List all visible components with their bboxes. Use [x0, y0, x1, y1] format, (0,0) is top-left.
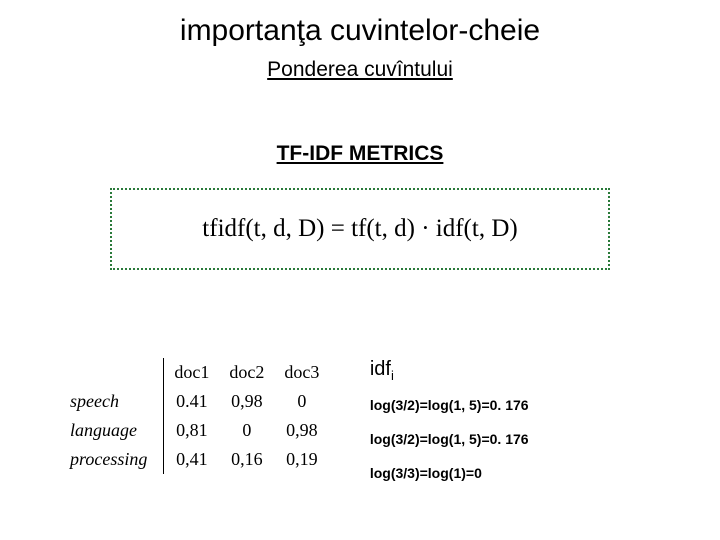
cell: 0.41	[164, 387, 220, 416]
idf-value: log(3/2)=log(1, 5)=0. 176	[370, 431, 529, 447]
cell: 0	[219, 416, 274, 445]
table-header-row: doc1 doc2 doc3	[60, 358, 329, 387]
row-label: language	[60, 416, 164, 445]
table-row: language 0,81 0 0,98	[60, 416, 329, 445]
cell: 0,16	[219, 445, 274, 474]
col-header: doc3	[274, 358, 329, 387]
cell: 0,98	[274, 416, 329, 445]
cell: 0,81	[164, 416, 220, 445]
idf-value: log(3/2)=log(1, 5)=0. 176	[370, 397, 529, 413]
col-header: doc1	[164, 358, 220, 387]
table-row: processing 0,41 0,16 0,19	[60, 445, 329, 474]
section-heading: TF-IDF METRICS	[0, 142, 720, 166]
page-title: importanţa cuvintelor-cheie	[0, 0, 720, 48]
row-label: speech	[60, 387, 164, 416]
cell: 0	[274, 387, 329, 416]
cell: 0,41	[164, 445, 220, 474]
idf-header: idfi	[370, 358, 529, 383]
idf-value: log(3/3)=log(1)=0	[370, 465, 529, 481]
idf-header-main: idf	[370, 358, 391, 380]
row-label: processing	[60, 445, 164, 474]
lower-content: doc1 doc2 doc3 speech 0.41 0,98 0 langua…	[60, 358, 529, 499]
tf-table: doc1 doc2 doc3 speech 0.41 0,98 0 langua…	[60, 358, 330, 474]
subtitle: Ponderea cuvîntului	[0, 58, 720, 82]
cell: 0,19	[274, 445, 329, 474]
formula-box: tfidf(t, d, D) = tf(t, d) · idf(t, D)	[110, 188, 610, 270]
idf-header-sub: i	[391, 368, 394, 383]
table-row: speech 0.41 0,98 0	[60, 387, 329, 416]
col-header: doc2	[219, 358, 274, 387]
idf-column: idfi log(3/2)=log(1, 5)=0. 176 log(3/2)=…	[370, 358, 529, 499]
cell: 0,98	[219, 387, 274, 416]
formula-text: tfidf(t, d, D) = tf(t, d) · idf(t, D)	[202, 215, 517, 243]
